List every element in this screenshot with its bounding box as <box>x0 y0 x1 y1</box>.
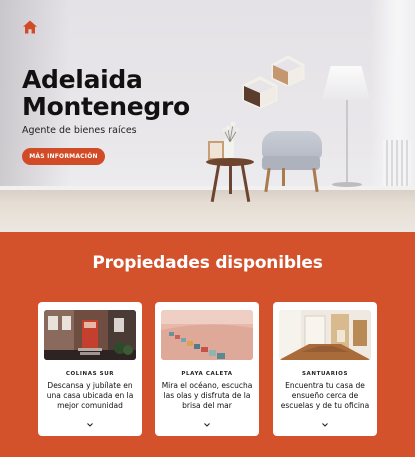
properties-section-title: Propiedades disponibles <box>92 253 323 273</box>
picture-frame <box>208 141 224 160</box>
property-card-colinas-sur[interactable]: COLINAS SUR Descansa y jubílate en una c… <box>38 302 142 436</box>
table-leg <box>229 164 232 194</box>
armchair <box>262 131 322 159</box>
card-label: COLINAS SUR <box>65 371 115 377</box>
chevron-down-icon[interactable] <box>321 421 329 429</box>
chevron-down-icon[interactable] <box>86 421 94 429</box>
property-image-interior <box>279 310 371 360</box>
property-card-santuarios[interactable]: SANTUARIOS Encuentra tu casa de ensueño … <box>273 302 377 436</box>
more-info-button[interactable]: MÁS INFORMACIÓN <box>22 148 105 165</box>
page-title: Adelaida Montenegro <box>22 66 262 120</box>
plant-branches <box>222 121 239 142</box>
card-description: Mira el océano, escucha las olas y disfr… <box>161 381 253 410</box>
card-label: SANTUARIOS <box>301 371 349 377</box>
hero-banner: Adelaida Montenegro Agente de bienes raí… <box>0 0 415 232</box>
hexagon-shelf <box>271 56 305 86</box>
floor-lamp-base <box>332 182 362 187</box>
property-card-playa-caleta[interactable]: PLAYA CALETA Mira el océano, escucha las… <box>155 302 259 436</box>
floor-lamp-pole <box>346 100 348 184</box>
home-icon[interactable] <box>22 19 38 35</box>
card-label: PLAYA CALETA <box>181 371 233 377</box>
title-last-name: Montenegro <box>22 92 190 121</box>
radiator <box>383 140 411 190</box>
chair-leg <box>282 168 285 186</box>
floor-lamp <box>322 66 370 100</box>
hero-subtitle: Agente de bienes raíces <box>22 125 137 136</box>
property-image-beach <box>161 310 253 360</box>
chevron-down-icon[interactable] <box>203 421 211 429</box>
property-image-townhouse <box>44 310 136 360</box>
card-description: Encuentra tu casa de ensueño cerca de es… <box>280 381 370 410</box>
title-first-name: Adelaida <box>22 65 143 94</box>
card-description: Descansa y jubílate en una casa ubicada … <box>46 381 134 410</box>
floor <box>0 190 415 232</box>
